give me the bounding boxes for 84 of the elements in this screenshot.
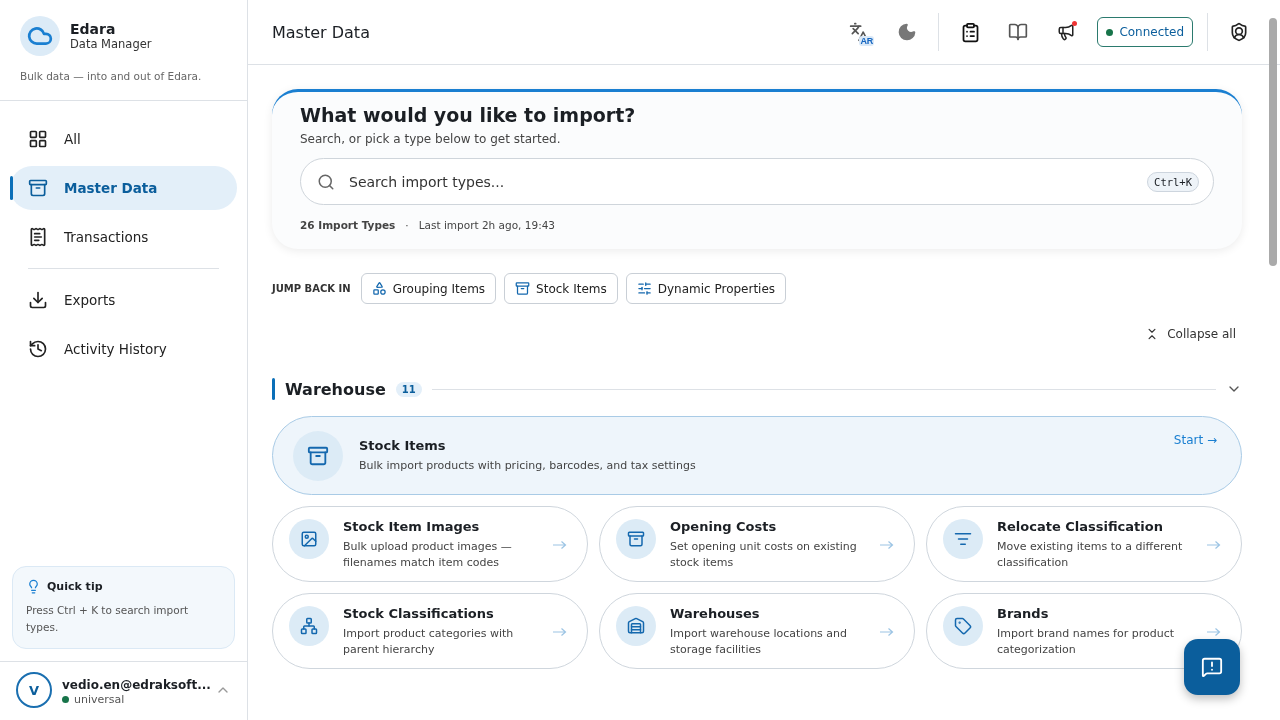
cloud-logo-icon xyxy=(20,16,60,56)
shield-user-icon xyxy=(1229,22,1249,42)
brand-name: Edara xyxy=(70,21,117,37)
archive-icon xyxy=(307,444,329,467)
archive-icon xyxy=(28,178,48,198)
user-email: vedio.en@edraksoft... xyxy=(62,676,211,694)
grid-icon xyxy=(28,129,48,149)
connection-status: Connected xyxy=(1097,17,1193,47)
hero-title: What would you like to import? xyxy=(300,104,637,126)
import-card[interactable]: Relocate Classification Move existing items to a different classification xyxy=(926,506,1242,582)
arrow-right-icon xyxy=(553,540,567,550)
card-title: Stock Items xyxy=(359,437,447,453)
search-bar[interactable]: Search import types... Ctrl+K xyxy=(300,158,1214,205)
tip-text: Press Ctrl + K to search import types. xyxy=(26,603,190,636)
nav-item[interactable]: Exports xyxy=(10,278,237,322)
hierarchy-icon xyxy=(300,617,318,635)
card-title: Warehouses xyxy=(670,606,761,621)
arrow-right-icon xyxy=(880,627,894,637)
card-description: Bulk upload product images — filenames match item codes xyxy=(343,539,513,571)
hero-subtitle: Search, or pick a type below to get started. xyxy=(300,132,562,146)
image-icon xyxy=(300,530,318,548)
list-icon xyxy=(954,530,972,548)
card-title: Stock Classifications xyxy=(343,606,495,621)
history-icon xyxy=(28,339,48,359)
separator-dot: · xyxy=(405,219,409,231)
language-button[interactable]: AR xyxy=(842,15,877,49)
archive-icon xyxy=(627,530,645,548)
recent-import-chip[interactable]: Grouping Items xyxy=(360,273,497,304)
card-description: Set opening unit costs on existing stock items xyxy=(670,539,858,571)
recent-import-chip[interactable]: Stock Items xyxy=(504,273,618,304)
last-import: Last import 2h ago, 19:43 xyxy=(418,219,556,231)
user-avatar: V xyxy=(16,672,52,708)
arrow-right-icon xyxy=(1207,540,1221,550)
nav-item[interactable]: Activity History xyxy=(10,327,237,371)
warehouse-icon xyxy=(627,617,645,635)
receipt-icon xyxy=(28,227,48,247)
moon-icon xyxy=(897,22,918,42)
card-title: Opening Costs xyxy=(670,519,778,534)
tag-icon xyxy=(954,617,972,635)
card-description: Bulk import products with pricing, barcodes, and tax settings xyxy=(359,457,697,474)
tip-title: Quick tip xyxy=(47,580,103,594)
card-title: Stock Item Images xyxy=(343,519,481,534)
card-description: Import product categories with parent hierarchy xyxy=(343,626,515,658)
feedback-button[interactable] xyxy=(1184,639,1240,695)
recent-import-chip[interactable]: Dynamic Properties xyxy=(625,273,787,304)
section-title: Warehouse xyxy=(285,379,386,399)
card-title: Brands xyxy=(997,606,1050,621)
collapse-all-button[interactable]: Collapse all xyxy=(1139,326,1242,342)
card-description: Import warehouse locations and storage facilities xyxy=(670,626,849,658)
archive-icon xyxy=(515,281,531,296)
card-description: Move existing items to a different classification xyxy=(997,539,1184,571)
import-card[interactable]: Brands Import brand names for product categorization xyxy=(926,593,1242,669)
card-description: Import brand names for product categorization xyxy=(997,626,1176,658)
book-icon xyxy=(1008,22,1029,42)
brand-tagline: Bulk data — into and out of Edara. xyxy=(20,70,203,82)
card-title: Relocate Classification xyxy=(997,519,1164,534)
shapes-icon xyxy=(371,281,387,296)
import-card[interactable]: Stock Item Images Bulk upload product images — filenames match item codes xyxy=(272,506,588,582)
sliders-icon xyxy=(636,281,652,296)
search-input[interactable]: Search import types... xyxy=(347,172,1136,191)
search-icon xyxy=(317,172,335,191)
megaphone-icon xyxy=(1057,23,1076,41)
jump-back-label: JUMP BACK IN xyxy=(272,283,351,294)
import-count: 26 Import Types xyxy=(300,219,396,231)
section-count: 11 xyxy=(395,381,422,397)
nav-item[interactable]: Master Data xyxy=(10,166,237,210)
tenant-name: universal xyxy=(74,693,125,707)
shortcut-key: Ctrl+K xyxy=(1147,171,1199,192)
scrollbar-thumb[interactable] xyxy=(1269,18,1277,266)
page-title: Master Data xyxy=(272,22,371,42)
import-card[interactable]: Stock Classifications Import product categories with parent hierarchy xyxy=(272,593,588,669)
lightbulb-icon xyxy=(26,579,41,595)
featured-import-card[interactable]: Stock Items Bulk import products with pricing, barcodes, and tax settings Start → xyxy=(272,416,1242,495)
arrow-right-icon xyxy=(553,627,567,637)
import-card[interactable]: Warehouses Import warehouse locations and storage facilities xyxy=(599,593,915,669)
message-alert-icon xyxy=(1201,656,1223,678)
nav-item[interactable]: Transactions xyxy=(10,215,237,259)
start-link[interactable]: Start → xyxy=(1173,433,1217,447)
arrow-right-icon xyxy=(1207,627,1221,637)
arrow-right-icon xyxy=(880,540,894,550)
nav-item[interactable]: All xyxy=(10,117,237,161)
brand-subtitle: Data Manager xyxy=(70,37,152,51)
download-icon xyxy=(28,290,48,310)
import-card[interactable]: Opening Costs Set opening unit costs on existing stock items xyxy=(599,506,915,582)
